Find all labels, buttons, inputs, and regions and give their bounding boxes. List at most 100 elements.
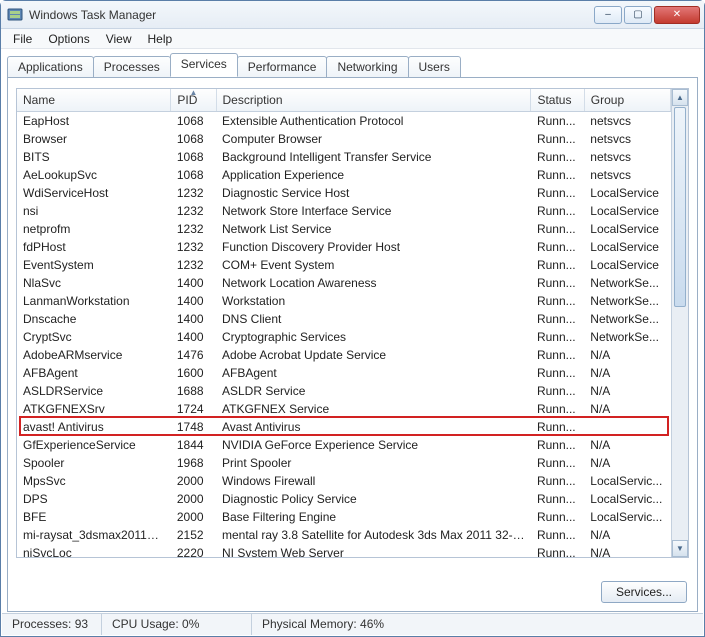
cell-name: EventSystem [17, 256, 171, 274]
minimize-button[interactable]: – [594, 6, 622, 24]
cell-pid: 1600 [171, 364, 216, 382]
tab-users[interactable]: Users [408, 56, 461, 78]
table-row[interactable]: nsi1232Network Store Interface ServiceRu… [17, 202, 671, 220]
menu-file[interactable]: File [5, 30, 40, 48]
table-row[interactable]: ASLDRService1688ASLDR ServiceRunn...N/A [17, 382, 671, 400]
cell-group: LocalService [584, 220, 670, 238]
cell-status: Runn... [531, 418, 584, 436]
cell-pid: 1688 [171, 382, 216, 400]
cell-name: ATKGFNEXSrv [17, 400, 171, 418]
cell-desc: ASLDR Service [216, 382, 531, 400]
menu-help[interactable]: Help [140, 30, 181, 48]
cell-pid: 1068 [171, 112, 216, 131]
cell-name: DPS [17, 490, 171, 508]
cell-desc: NVIDIA GeForce Experience Service [216, 436, 531, 454]
table-row[interactable]: Dnscache1400DNS ClientRunn...NetworkSe..… [17, 310, 671, 328]
cell-group: LocalServic... [584, 472, 670, 490]
cell-group: NetworkSe... [584, 292, 670, 310]
sort-asc-icon: ▲ [189, 89, 197, 97]
cell-desc: Function Discovery Provider Host [216, 238, 531, 256]
table-row[interactable]: AeLookupSvc1068Application ExperienceRun… [17, 166, 671, 184]
cell-pid: 1400 [171, 274, 216, 292]
column-header-name[interactable]: Name [17, 89, 171, 112]
titlebar: Windows Task Manager – ▢ ✕ [1, 1, 704, 29]
column-header-pid[interactable]: ▲PID [171, 89, 216, 112]
table-row[interactable]: LanmanWorkstation1400WorkstationRunn...N… [17, 292, 671, 310]
cell-status: Runn... [531, 166, 584, 184]
cell-group: netsvcs [584, 148, 670, 166]
table-row[interactable]: BITS1068Background Intelligent Transfer … [17, 148, 671, 166]
table-row[interactable]: WdiServiceHost1232Diagnostic Service Hos… [17, 184, 671, 202]
table-row[interactable]: ATKGFNEXSrv1724ATKGFNEX ServiceRunn...N/… [17, 400, 671, 418]
cell-name: EapHost [17, 112, 171, 131]
scroll-down-button[interactable]: ▼ [672, 540, 688, 557]
cell-name: fdPHost [17, 238, 171, 256]
cell-name: CryptSvc [17, 328, 171, 346]
cell-pid: 1232 [171, 202, 216, 220]
cell-pid: 1400 [171, 292, 216, 310]
table-row[interactable]: avast! Antivirus1748Avast AntivirusRunn.… [17, 418, 671, 436]
scroll-thumb[interactable] [674, 107, 686, 307]
table-row[interactable]: fdPHost1232Function Discovery Provider H… [17, 238, 671, 256]
chevron-down-icon: ▼ [676, 544, 684, 553]
cell-pid: 1232 [171, 256, 216, 274]
cell-desc: Cryptographic Services [216, 328, 531, 346]
table-row[interactable]: GfExperienceService1844NVIDIA GeForce Ex… [17, 436, 671, 454]
button-label: Services... [616, 585, 672, 599]
table-row[interactable]: mi-raysat_3dsmax2011_322152mental ray 3.… [17, 526, 671, 544]
table-row[interactable]: AdobeARMservice1476Adobe Acrobat Update … [17, 346, 671, 364]
table-row[interactable]: netprofm1232Network List ServiceRunn...L… [17, 220, 671, 238]
table-row[interactable]: BFE2000Base Filtering EngineRunn...Local… [17, 508, 671, 526]
cell-group: netsvcs [584, 166, 670, 184]
table-row[interactable]: EventSystem1232COM+ Event SystemRunn...L… [17, 256, 671, 274]
tab-applications[interactable]: Applications [7, 56, 94, 78]
menu-view[interactable]: View [98, 30, 140, 48]
tab-networking[interactable]: Networking [326, 56, 408, 78]
scroll-up-button[interactable]: ▲ [672, 89, 688, 106]
cell-group: LocalService [584, 202, 670, 220]
table-row[interactable]: MpsSvc2000Windows FirewallRunn...LocalSe… [17, 472, 671, 490]
cell-pid: 1748 [171, 418, 216, 436]
cell-desc: DNS Client [216, 310, 531, 328]
tab-services[interactable]: Services [170, 53, 238, 77]
cell-pid: 2152 [171, 526, 216, 544]
cell-desc: Workstation [216, 292, 531, 310]
cell-desc: Diagnostic Policy Service [216, 490, 531, 508]
table-row[interactable]: AFBAgent1600AFBAgentRunn...N/A [17, 364, 671, 382]
close-button[interactable]: ✕ [654, 6, 700, 24]
taskmanager-icon [7, 7, 23, 23]
column-header-description[interactable]: Description [216, 89, 531, 112]
cell-name: GfExperienceService [17, 436, 171, 454]
services-button-row: Services... [601, 581, 687, 603]
cell-group: netsvcs [584, 130, 670, 148]
tab-processes[interactable]: Processes [93, 56, 171, 78]
cell-group: LocalService [584, 184, 670, 202]
menu-options[interactable]: Options [40, 30, 97, 48]
cell-desc: Diagnostic Service Host [216, 184, 531, 202]
cell-pid: 1068 [171, 148, 216, 166]
maximize-button[interactable]: ▢ [624, 6, 652, 24]
statusbar: Processes: 93 CPU Usage: 0% Physical Mem… [2, 613, 703, 635]
table-row[interactable]: Browser1068Computer BrowserRunn...netsvc… [17, 130, 671, 148]
status-processes: Processes: 93 [2, 614, 102, 635]
table-row[interactable]: DPS2000Diagnostic Policy ServiceRunn...L… [17, 490, 671, 508]
table-row[interactable]: NlaSvc1400Network Location AwarenessRunn… [17, 274, 671, 292]
cell-group: LocalServic... [584, 508, 670, 526]
cell-group: N/A [584, 526, 670, 544]
column-header-status[interactable]: Status [531, 89, 584, 112]
table-row[interactable]: Spooler1968Print SpoolerRunn...N/A [17, 454, 671, 472]
cell-pid: 2000 [171, 472, 216, 490]
tab-performance[interactable]: Performance [237, 56, 328, 78]
column-header-group[interactable]: Group [584, 89, 670, 112]
column-label: Status [537, 93, 571, 107]
cell-group: N/A [584, 454, 670, 472]
services-button[interactable]: Services... [601, 581, 687, 603]
table-row[interactable]: CryptSvc1400Cryptographic ServicesRunn..… [17, 328, 671, 346]
cell-status: Runn... [531, 454, 584, 472]
window-title: Windows Task Manager [29, 8, 156, 22]
vertical-scrollbar[interactable]: ▲ ▼ [671, 89, 688, 557]
listview-main[interactable]: Name ▲PID Description Status Group EapHo… [17, 89, 671, 557]
table-row[interactable]: niSvcLoc2220NI System Web ServerRunn...N… [17, 544, 671, 557]
table-row[interactable]: EapHost1068Extensible Authentication Pro… [17, 112, 671, 131]
cell-name: LanmanWorkstation [17, 292, 171, 310]
